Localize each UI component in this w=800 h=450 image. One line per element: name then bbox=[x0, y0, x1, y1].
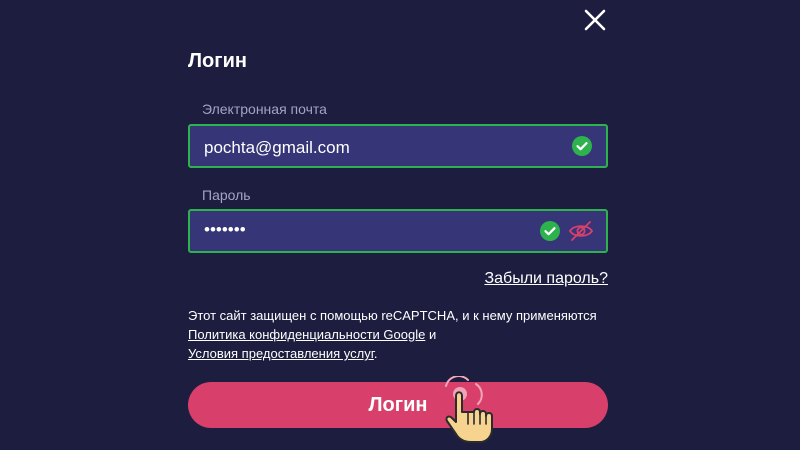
modal-title: Логин bbox=[188, 50, 247, 72]
recaptcha-text: Этот сайт защищен с помощью reCAPTCHA, и… bbox=[188, 308, 597, 323]
email-label: Электронная почта bbox=[202, 101, 327, 117]
check-circle-icon bbox=[572, 136, 592, 156]
password-field[interactable]: ••••••• bbox=[188, 209, 608, 253]
password-value[interactable]: ••••••• bbox=[204, 220, 246, 240]
eye-slash-icon[interactable] bbox=[568, 220, 594, 242]
email-value[interactable]: pochta@gmail.com bbox=[204, 138, 350, 158]
recaptcha-period: . bbox=[373, 346, 378, 361]
terms-of-service-link[interactable]: Условия предоставления услуг bbox=[188, 346, 374, 361]
forgot-password-link[interactable]: Забыли пароль? bbox=[484, 270, 608, 288]
check-circle-icon bbox=[540, 221, 560, 241]
login-button-label: Логин bbox=[368, 394, 428, 416]
email-field[interactable]: pochta@gmail.com bbox=[188, 124, 608, 168]
password-label: Пароль bbox=[202, 187, 251, 203]
privacy-policy-link[interactable]: Политика конфиденциальности Google bbox=[188, 327, 425, 342]
pointing-hand-icon bbox=[445, 376, 493, 443]
recaptcha-conjunction: и bbox=[428, 327, 437, 342]
close-icon[interactable] bbox=[583, 8, 607, 32]
recaptcha-notice: Этот сайт защищен с помощью reCAPTCHA, и… bbox=[188, 306, 608, 363]
login-button[interactable]: Логин bbox=[188, 382, 608, 428]
